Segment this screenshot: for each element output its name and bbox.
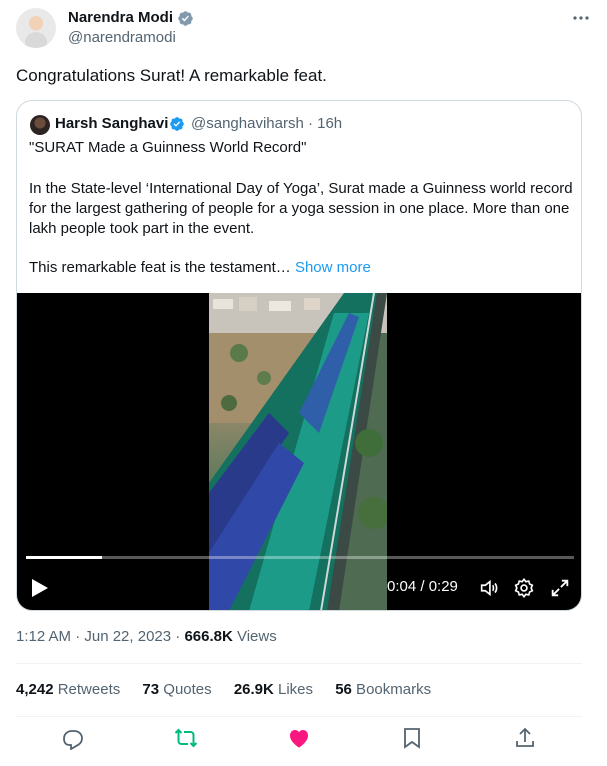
quoted-tweet[interactable]: Harsh Sanghavi @sanghaviharsh · 16h "SUR… [16, 100, 582, 611]
video-time: 0:04 / 0:29 [387, 578, 458, 595]
fullscreen-icon[interactable] [549, 577, 571, 599]
video-progress-bar[interactable] [26, 556, 574, 559]
play-icon[interactable] [31, 578, 49, 598]
stat-count: 56 [335, 681, 352, 698]
stat-bookmarks[interactable]: 56 Bookmarks [335, 681, 431, 698]
tweet-stats: 4,242 Retweets 73 Quotes 26.9K Likes 56 … [16, 681, 449, 698]
verified-badge-icon [170, 117, 184, 131]
tweet-text: Congratulations Surat! A remarkable feat… [16, 66, 327, 85]
quoted-author-avatar [30, 115, 50, 135]
author-name[interactable]: Narendra Modi [68, 9, 173, 26]
stat-label: Likes [273, 681, 314, 698]
divider [16, 716, 582, 717]
stat-label: Quotes [159, 681, 212, 698]
settings-icon[interactable] [513, 577, 535, 599]
show-more-link[interactable]: Show more [295, 259, 371, 276]
action-bar [0, 726, 607, 756]
stat-label: Retweets [53, 681, 121, 698]
quoted-author-handle: @sanghaviharsh · 16h [191, 115, 343, 132]
volume-icon[interactable] [478, 577, 500, 599]
quoted-truncated-text: This remarkable feat is the testament… [29, 259, 295, 276]
stat-count: 73 [142, 681, 160, 698]
quoted-headline: "SURAT Made a Guinness World Record" [29, 139, 307, 156]
stat-count: 4,242 [16, 681, 54, 698]
reply-icon[interactable] [61, 726, 85, 750]
stat-likes[interactable]: 26.9K Likes [234, 681, 313, 698]
quoted-author-name: Harsh Sanghavi [55, 115, 169, 132]
bookmark-icon[interactable] [400, 726, 424, 750]
video-thumbnail-drawing [209, 293, 387, 610]
views-label: Views [232, 628, 277, 645]
views-count: 666.8K [184, 628, 233, 645]
video-progress-fill [26, 556, 102, 559]
stat-quotes[interactable]: 73 Quotes [142, 681, 211, 698]
share-icon[interactable] [513, 726, 537, 750]
like-icon[interactable] [287, 726, 311, 750]
retweet-icon[interactable] [174, 726, 198, 750]
video-player[interactable]: 0:04 / 0:29 [17, 293, 581, 610]
author-handle[interactable]: @narendramodi [68, 29, 176, 46]
tweet-meta: 1:12 AM · Jun 22, 2023 · 666.8K Views [16, 628, 277, 645]
quoted-paragraph: In the State-level ‘International Day of… [29, 180, 573, 237]
quoted-last-line: This remarkable feat is the testament… S… [29, 259, 371, 276]
tweet-header: Narendra Modi @narendramodi [16, 8, 591, 50]
divider [16, 663, 582, 664]
stat-count: 26.9K [233, 681, 274, 698]
tweet-timestamp[interactable]: 1:12 AM · Jun 22, 2023 · [16, 628, 184, 645]
video-frame [209, 293, 387, 610]
author-avatar[interactable] [16, 8, 56, 48]
more-dots-icon[interactable] [571, 8, 591, 28]
stat-label: Bookmarks [351, 681, 432, 698]
stat-retweets[interactable]: 4,242 Retweets [16, 681, 120, 698]
verified-badge-icon [178, 11, 193, 26]
